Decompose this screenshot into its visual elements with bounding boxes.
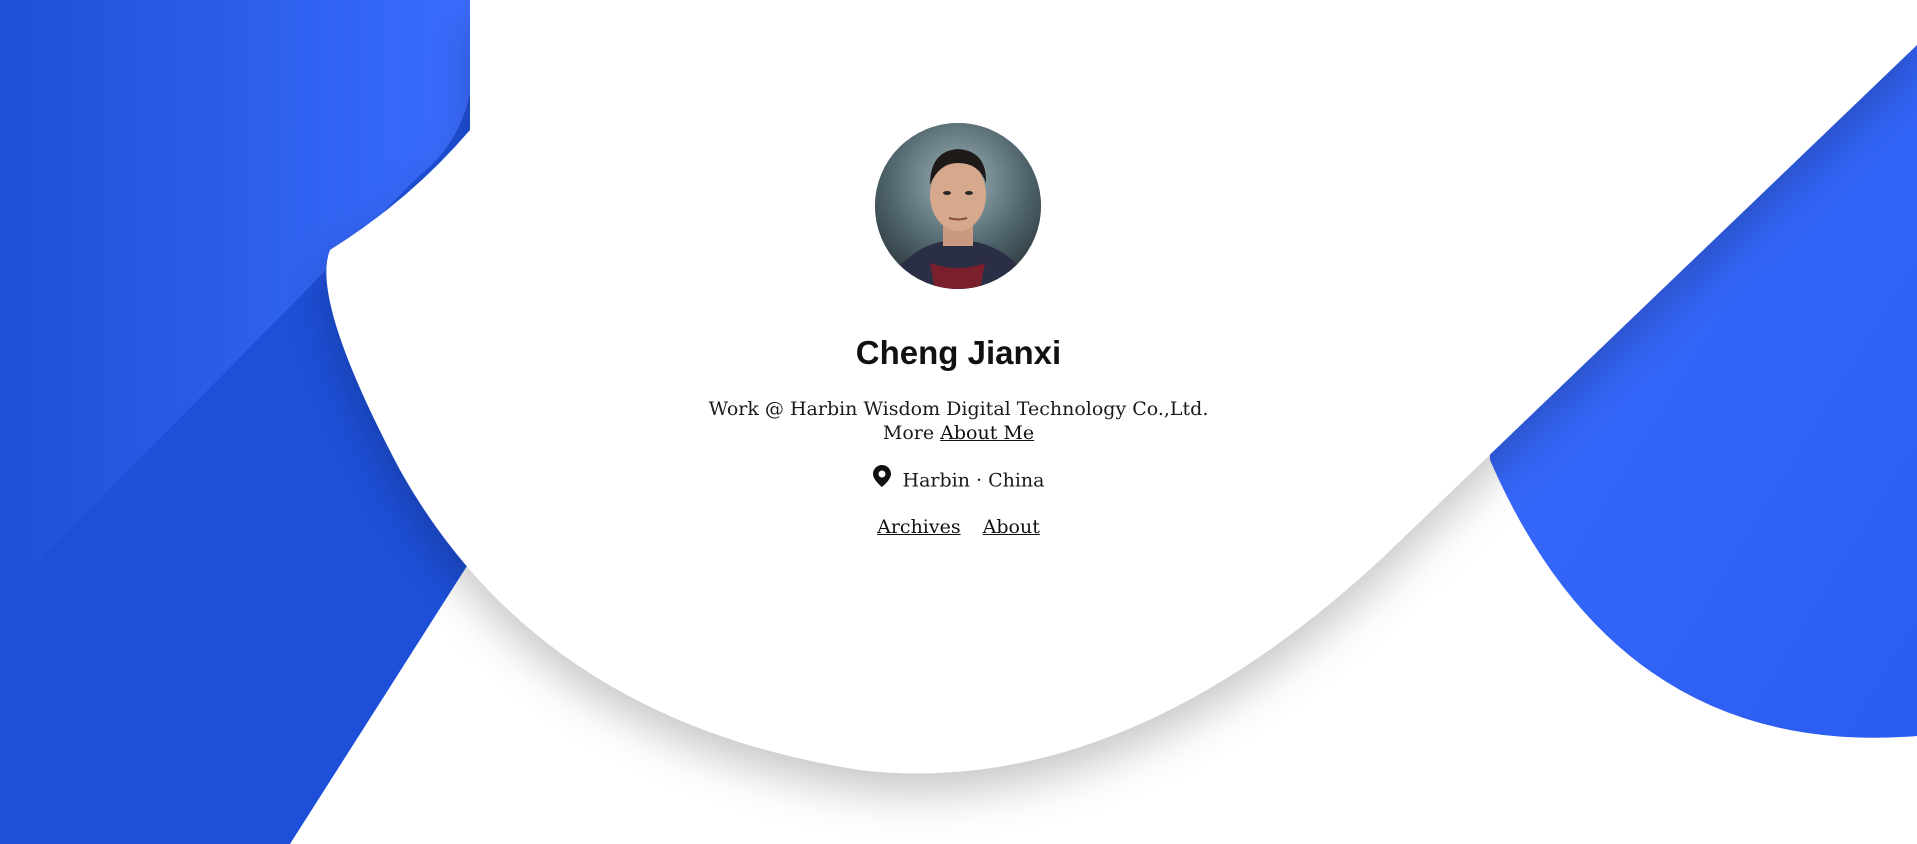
bio-more-line: More About Me xyxy=(0,421,1917,445)
profile-nav: Archives About xyxy=(0,514,1917,540)
bio-more-prefix: More xyxy=(882,422,935,444)
profile-name: Cheng Jianxi xyxy=(855,334,1062,371)
avatar-image xyxy=(875,123,1041,289)
bio-line: Work @ Harbin Wisdom Digital Technology … xyxy=(708,398,1209,420)
location-text: Harbin · China xyxy=(902,469,1045,492)
about-link[interactable]: About xyxy=(983,516,1040,538)
avatar xyxy=(875,123,1041,289)
map-pin-icon xyxy=(872,465,891,494)
page-background: Cheng Jianxi Work @ Harbin Wisdom Digita… xyxy=(0,0,1917,844)
about-me-link[interactable]: About Me xyxy=(940,422,1034,444)
profile-bio: Work @ Harbin Wisdom Digital Technology … xyxy=(0,397,1917,445)
location-row: Harbin · China xyxy=(0,465,1917,496)
archives-link[interactable]: Archives xyxy=(877,516,961,538)
